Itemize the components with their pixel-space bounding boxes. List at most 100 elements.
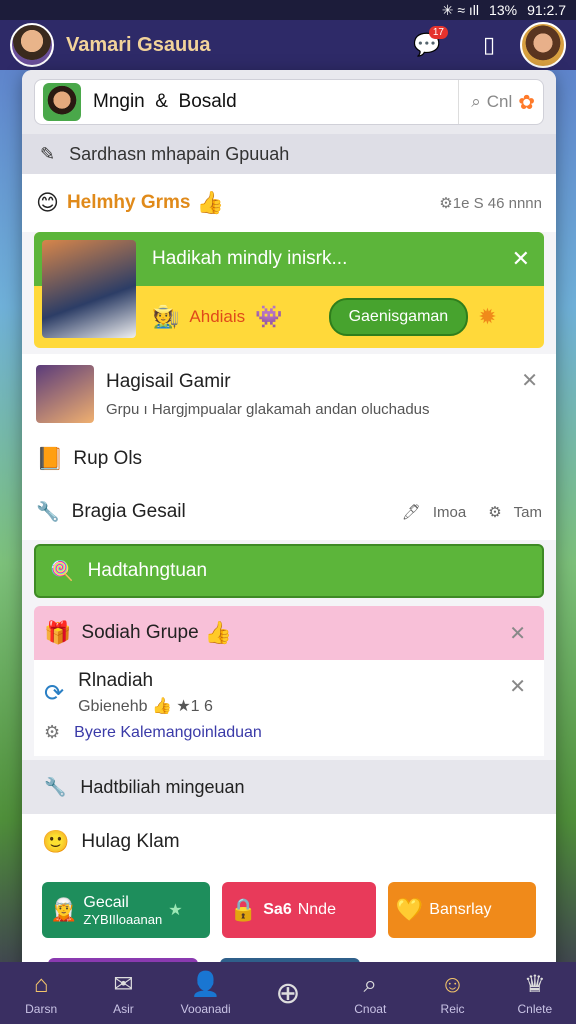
suggestion-text: Sardhasn mhapain Gpuuah: [69, 143, 290, 164]
heart-icon: 💛: [395, 897, 424, 922]
tile-sublabel: Nnde: [297, 901, 336, 918]
close-icon[interactable]: ✕: [521, 368, 538, 393]
search-right: ⌕ Cnl ✿: [458, 80, 535, 124]
smile-icon: 😊: [36, 190, 59, 215]
nav-label: Reic: [440, 1001, 465, 1016]
smile-icon: 🙂: [42, 829, 70, 854]
green-button-label: Hadtahngtuan: [87, 560, 208, 581]
group-card-title-row: ⟳ Rlnadiah Gbienehb 👍 ★1 6: [44, 670, 534, 716]
chat-bubble-icon[interactable]: 💬 17: [412, 26, 448, 60]
pen-icon: 🖊: [401, 504, 421, 521]
lock-icon: 🔒: [229, 897, 258, 922]
grey-row-label: Hadtbiliah mingeuan: [80, 776, 245, 797]
nav-label: Cnlete: [517, 1002, 553, 1016]
nav-item-add[interactable]: ⊕: [252, 976, 324, 1011]
trophy-icon: ♛: [524, 971, 546, 998]
status-bar: ✳ ≈ ıll 13% 91:2.7: [0, 0, 576, 20]
group-list: Hagisail Gamir Grpu ı Hargjmpualar glaka…: [22, 354, 556, 540]
game-item[interactable]: Hagisail Gamir Grpu ı Hargjmpualar glaka…: [22, 354, 556, 434]
join-button[interactable]: Gaenisgaman: [328, 298, 469, 336]
green-action-button[interactable]: 🍭 Hadtahngtuan: [34, 544, 544, 598]
hulag-title: Hulag Klam: [81, 831, 180, 852]
burst-icon: ✹: [478, 304, 497, 329]
tile-label: Sa6: [263, 901, 292, 918]
thumbs-up-icon: 👍: [196, 190, 224, 215]
group-card-title: Rlnadiah: [78, 670, 154, 691]
nav-item-face[interactable]: ☺ Reic: [417, 971, 489, 1016]
pink-title: Sodiah Grupe: [81, 622, 199, 643]
plus-circle-icon: ⊕: [275, 976, 301, 1010]
monster-icon: 👾: [255, 304, 283, 329]
tile-label: Bansrlay: [429, 901, 492, 918]
group-card-line: Gbienehb 👍 ★1 6: [78, 698, 213, 715]
tile-text: Gecail ZYBIIloaanan: [83, 894, 162, 927]
battery-label: 13%: [489, 2, 518, 18]
tile-label: Gecail: [83, 893, 129, 911]
game-thumbnail: [36, 365, 94, 423]
clock: 91:2.7: [527, 2, 566, 18]
list-item[interactable]: 🔧 Bragia Gesail 🖊 Imoa ⚙ Tam: [22, 484, 556, 540]
gear-icon: ⚙: [488, 504, 502, 521]
nav-item-profile[interactable]: 👤 Vooanadi: [170, 970, 242, 1016]
chat-icon: ✉: [113, 971, 134, 998]
nav-item-search[interactable]: ⌕ Cnoat: [334, 971, 406, 1016]
game-text: Hagisail Gamir Grpu ı Hargjmpualar glaka…: [106, 371, 430, 418]
notification-badge: 17: [428, 26, 448, 39]
notification-card[interactable]: Hadikah mindly inisrk... ✕ 🧑‍🌾 Ahdiais 👾…: [34, 232, 544, 348]
group-card-link-row: ⚙ Byere Kalemangoinladuan: [44, 722, 534, 743]
wrench-icon: 🔧: [44, 776, 67, 797]
notification-photo: [42, 240, 136, 338]
pink-group-header[interactable]: 🎁 Sodiah Grupe 👍 ✕: [34, 606, 544, 660]
star-icon: ★: [168, 902, 183, 919]
search-icon: ⌕: [363, 970, 377, 998]
notification-label: Ahdiais: [189, 307, 246, 326]
list-item-label: Bragia Gesail: [71, 501, 186, 522]
nav-item-trophy[interactable]: ♛ Cnlete: [499, 970, 571, 1016]
game-tile[interactable]: 💛 Bansrlay: [387, 882, 536, 938]
cancel-label[interactable]: Cnl: [487, 92, 513, 112]
grey-action-row[interactable]: 🔧 Hadtbiliah mingeuan: [22, 760, 556, 814]
status-icons: ✳ ≈ ıll: [441, 1, 480, 18]
profile-avatar[interactable]: [10, 23, 54, 67]
game-tile[interactable]: 🧝 Gecail ZYBIIloaanan ★: [42, 882, 210, 938]
meta-label: Imoa: [432, 503, 467, 521]
user-avatar[interactable]: [520, 22, 566, 68]
close-icon[interactable]: ✕: [509, 674, 526, 699]
close-icon[interactable]: ✕: [509, 621, 526, 646]
nav-label: Asir: [113, 1002, 134, 1016]
bottom-navigation: ⌂ Darsn ✉ Asir 👤 Vooanadi ⊕ ⌕ Cnoat ☺ Reic ♛ C…: [0, 962, 576, 1024]
search-area: ⌕ Cnl ✿: [22, 70, 556, 134]
group-card-text: Rlnadiah Gbienehb 👍 ★1 6: [78, 670, 213, 716]
group-card-link[interactable]: Byere Kalemangoinladuan: [74, 724, 262, 742]
character-icon: 🧑‍🌾: [152, 304, 180, 329]
group-card[interactable]: ⟳ Rlnadiah Gbienehb 👍 ★1 6 ⚙ Byere Kalem…: [34, 660, 544, 756]
section-meta: ⚙1e S 46 nnnn: [439, 195, 542, 212]
face-icon: ☺: [440, 970, 465, 998]
game-title: Hagisail Gamir: [106, 370, 231, 392]
thumbs-up-icon: 👍: [204, 620, 233, 645]
flower-icon[interactable]: ✿: [518, 90, 535, 115]
character-icon: 🧝: [50, 897, 78, 922]
book-icon: 📙: [36, 446, 64, 471]
nav-item-home[interactable]: ⌂ Darsn: [5, 971, 77, 1016]
wrench-icon: 🔧: [36, 502, 60, 523]
search-box: ⌕ Cnl ✿: [34, 79, 544, 125]
search-avatar: [43, 83, 81, 121]
list-item[interactable]: 📙 Rup Ols: [22, 434, 556, 484]
app-header: Vamari Gsauua 💬 17 ▯: [0, 20, 576, 70]
hulag-section-header: 🙂 Hulag Klam: [22, 814, 556, 870]
section-title: Helmhy Grms: [66, 192, 191, 213]
lollipop-icon: 🍭: [50, 561, 74, 582]
search-suggestion[interactable]: ✎ Sardhasn mhapain Gpuuah: [22, 134, 556, 174]
search-input[interactable]: [93, 91, 459, 113]
search-icon[interactable]: ⌕: [471, 92, 481, 112]
clipboard-icon[interactable]: ▯: [474, 30, 504, 60]
list-item-label: Rup Ols: [73, 448, 143, 469]
settings-icon: ⚙: [44, 722, 61, 742]
game-tile[interactable]: 🔒 Sa6 Nnde: [221, 882, 376, 938]
refresh-icon: ⟳: [44, 679, 65, 707]
close-icon[interactable]: ✕: [512, 246, 530, 272]
nav-label: Cnoat: [354, 1001, 387, 1016]
nav-item-chat[interactable]: ✉ Asir: [87, 970, 159, 1016]
nav-label: Darsn: [25, 1001, 58, 1016]
